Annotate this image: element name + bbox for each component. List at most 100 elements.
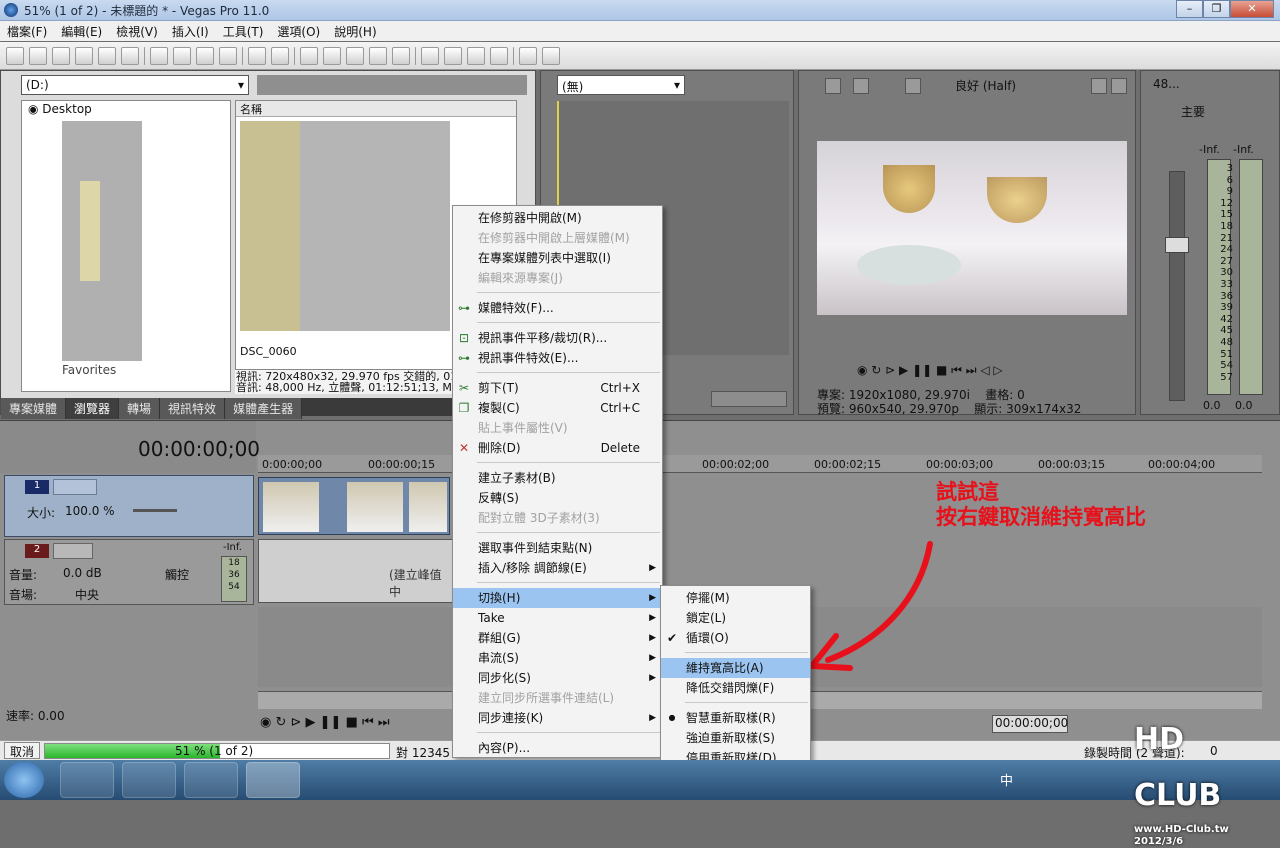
render-icon[interactable] — [98, 46, 116, 65]
master-fader-track[interactable] — [1169, 171, 1185, 401]
split-screen-icon[interactable] — [905, 78, 921, 94]
size-slider[interactable] — [133, 509, 177, 512]
context-menu-item[interactable]: 在修剪器中開啟(M) — [453, 208, 662, 228]
copy-icon[interactable] — [173, 46, 191, 65]
paste-icon[interactable] — [196, 46, 214, 65]
context-menu-item[interactable]: ⊶ 視訊事件特效(E)... — [453, 348, 662, 368]
crossfade-icon[interactable] — [444, 46, 462, 65]
selection-tool-icon[interactable] — [346, 46, 364, 65]
save-icon[interactable] — [52, 46, 70, 65]
audio-event[interactable]: (建立峰值中 — [258, 539, 454, 603]
audio-track-header[interactable]: 2 音量: 0.0 dB 音場: 中央 觸控 -Inf. 18 36 54 — [4, 539, 254, 605]
menu-5[interactable]: 選項(O) — [270, 23, 327, 40]
submenu-item[interactable]: ✔ 循環(O) — [661, 628, 810, 648]
submenu-item[interactable]: 降低交錯閃爍(F) — [661, 678, 810, 698]
column-header-name[interactable]: 名稱 — [236, 101, 516, 117]
open-icon[interactable] — [29, 46, 47, 65]
track-name-field[interactable] — [53, 479, 97, 495]
trimmer-time-field[interactable] — [711, 391, 787, 407]
context-menu-item[interactable]: ❐ 複製(C) Ctrl+C — [453, 398, 662, 418]
context-menu-item[interactable]: 同步化(S) ▶ — [453, 668, 662, 688]
redo-icon[interactable] — [271, 46, 289, 65]
context-menu-item[interactable]: ✂ 剪下(T) Ctrl+X — [453, 378, 662, 398]
submenu-item[interactable]: 鎖定(L) — [661, 608, 810, 628]
ignore-grouping-icon[interactable] — [490, 46, 508, 65]
menu-0[interactable]: 檔案(F) — [0, 23, 54, 40]
save-as-icon[interactable] — [75, 46, 93, 65]
explorer-taskbar-icon[interactable] — [122, 762, 176, 798]
tree-item-desktop[interactable]: ◉ Desktop — [28, 102, 92, 116]
menu-1[interactable]: 編輯(E) — [54, 23, 109, 40]
delete-icon[interactable] — [219, 46, 237, 65]
panel-tab-0[interactable]: 專案媒體 — [1, 398, 67, 419]
timeline-ruler[interactable]: 0:00:00;00 00:00:00;15 00:00:02;00 00:00:02… — [258, 455, 1262, 473]
automation-mode[interactable]: 觸控 — [165, 566, 189, 583]
context-menu-item[interactable]: ⊡ 視訊事件平移/裁切(R)... — [453, 328, 662, 348]
context-menu-item[interactable]: 群組(G) ▶ — [453, 628, 662, 648]
file-item[interactable]: DSC_0060 — [240, 345, 297, 358]
context-menu-item[interactable]: 反轉(S) — [453, 488, 662, 508]
cut-icon[interactable] — [150, 46, 168, 65]
master-fader-handle[interactable] — [1165, 237, 1189, 253]
transport-controls[interactable]: ◉ ↻ ⊳ ▶ ❚❚ ■ ⏮ ⏭ ◁ ▷ — [857, 363, 1003, 378]
menu-item-label: 複製(C) — [478, 401, 520, 415]
menu-4[interactable]: 工具(T) — [216, 23, 271, 40]
context-menu-item[interactable]: 切換(H) ▶ — [453, 588, 662, 608]
context-menu-item[interactable]: 串流(S) ▶ — [453, 648, 662, 668]
start-button[interactable] — [4, 762, 44, 798]
normal-edit-tool-icon[interactable] — [300, 46, 318, 65]
zoom-tool-icon[interactable] — [369, 46, 387, 65]
context-menu-item[interactable]: 插入/移除 調節線(E) ▶ — [453, 558, 662, 578]
help-icon[interactable] — [542, 46, 560, 65]
minimize-button[interactable]: – — [1176, 0, 1203, 18]
ie-taskbar-icon[interactable] — [184, 762, 238, 798]
context-menu-item[interactable]: ✕ 刪除(D) Delete — [453, 438, 662, 458]
panel-tab-2[interactable]: 轉場 — [119, 398, 161, 419]
submenu-item[interactable]: 強迫重新取樣(S) — [661, 728, 810, 748]
snap-icon[interactable] — [421, 46, 439, 65]
panel-tab-1[interactable]: 瀏覽器 — [66, 398, 120, 419]
context-menu-item[interactable]: 同步連接(K) ▶ — [453, 708, 662, 728]
track-name-field[interactable] — [53, 543, 93, 559]
menu-6[interactable]: 說明(H) — [327, 23, 383, 40]
menu-3[interactable]: 插入(I) — [165, 23, 216, 40]
new-icon[interactable] — [6, 46, 24, 65]
media-player-taskbar-icon[interactable] — [60, 762, 114, 798]
submenu-item[interactable]: 停擺(M) — [661, 588, 810, 608]
lock-envelopes-icon[interactable] — [467, 46, 485, 65]
undo-icon[interactable] — [248, 46, 266, 65]
copy-snapshot-icon[interactable] — [1091, 78, 1107, 94]
context-menu-item[interactable]: Take ▶ — [453, 608, 662, 628]
envelope-tool-icon[interactable] — [323, 46, 341, 65]
timeline-transport[interactable]: ◉ ↻ ⊳ ▶ ❚❚ ■ ⏮ ⏭ — [260, 715, 390, 730]
cancel-button[interactable]: 取消 — [4, 742, 40, 759]
restore-button[interactable]: ❐ — [1203, 0, 1230, 18]
menu-2[interactable]: 檢視(V) — [109, 23, 165, 40]
context-menu-item[interactable]: 在專案媒體列表中選取(I) — [453, 248, 662, 268]
folder-tree[interactable]: ◉ Desktop Favorites — [21, 100, 231, 392]
panel-tab-3[interactable]: 視訊特效 — [160, 398, 226, 419]
close-button[interactable]: ✕ — [1230, 0, 1274, 18]
submenu-item[interactable]: ● 智慧重新取樣(R) — [661, 708, 810, 728]
submenu-item[interactable]: 維持寬高比(A) — [661, 658, 810, 678]
video-event[interactable] — [258, 477, 450, 535]
project-properties-icon[interactable] — [825, 78, 841, 94]
online-icon[interactable] — [519, 46, 537, 65]
autoripple-icon[interactable] — [392, 46, 410, 65]
drive-select[interactable]: (D:) ▾ — [21, 75, 249, 95]
context-menu-item[interactable]: 建立子素材(B) — [453, 468, 662, 488]
properties-icon[interactable] — [121, 46, 139, 65]
tree-item-favorites[interactable]: Favorites — [62, 363, 116, 377]
vegas-taskbar-icon[interactable] — [246, 762, 300, 798]
context-menu-item[interactable]: ⊶ 媒體特效(F)... — [453, 298, 662, 318]
context-menu-item[interactable]: 選取事件到結束點(N) — [453, 538, 662, 558]
external-monitor-icon[interactable] — [853, 78, 869, 94]
cursor-time[interactable]: 00:00:00;00 — [992, 715, 1068, 733]
video-track-header[interactable]: 1 大小: 100.0 % — [4, 475, 254, 537]
input-language[interactable]: 中 — [1000, 770, 1013, 789]
context-menu-item[interactable]: 內容(P)... — [453, 738, 662, 758]
preview-quality-select[interactable]: 良好 (Half) — [955, 77, 1016, 94]
panel-tab-4[interactable]: 媒體產生器 — [225, 398, 303, 419]
trimmer-select[interactable]: (無) ▾ — [557, 75, 685, 95]
save-snapshot-icon[interactable] — [1111, 78, 1127, 94]
